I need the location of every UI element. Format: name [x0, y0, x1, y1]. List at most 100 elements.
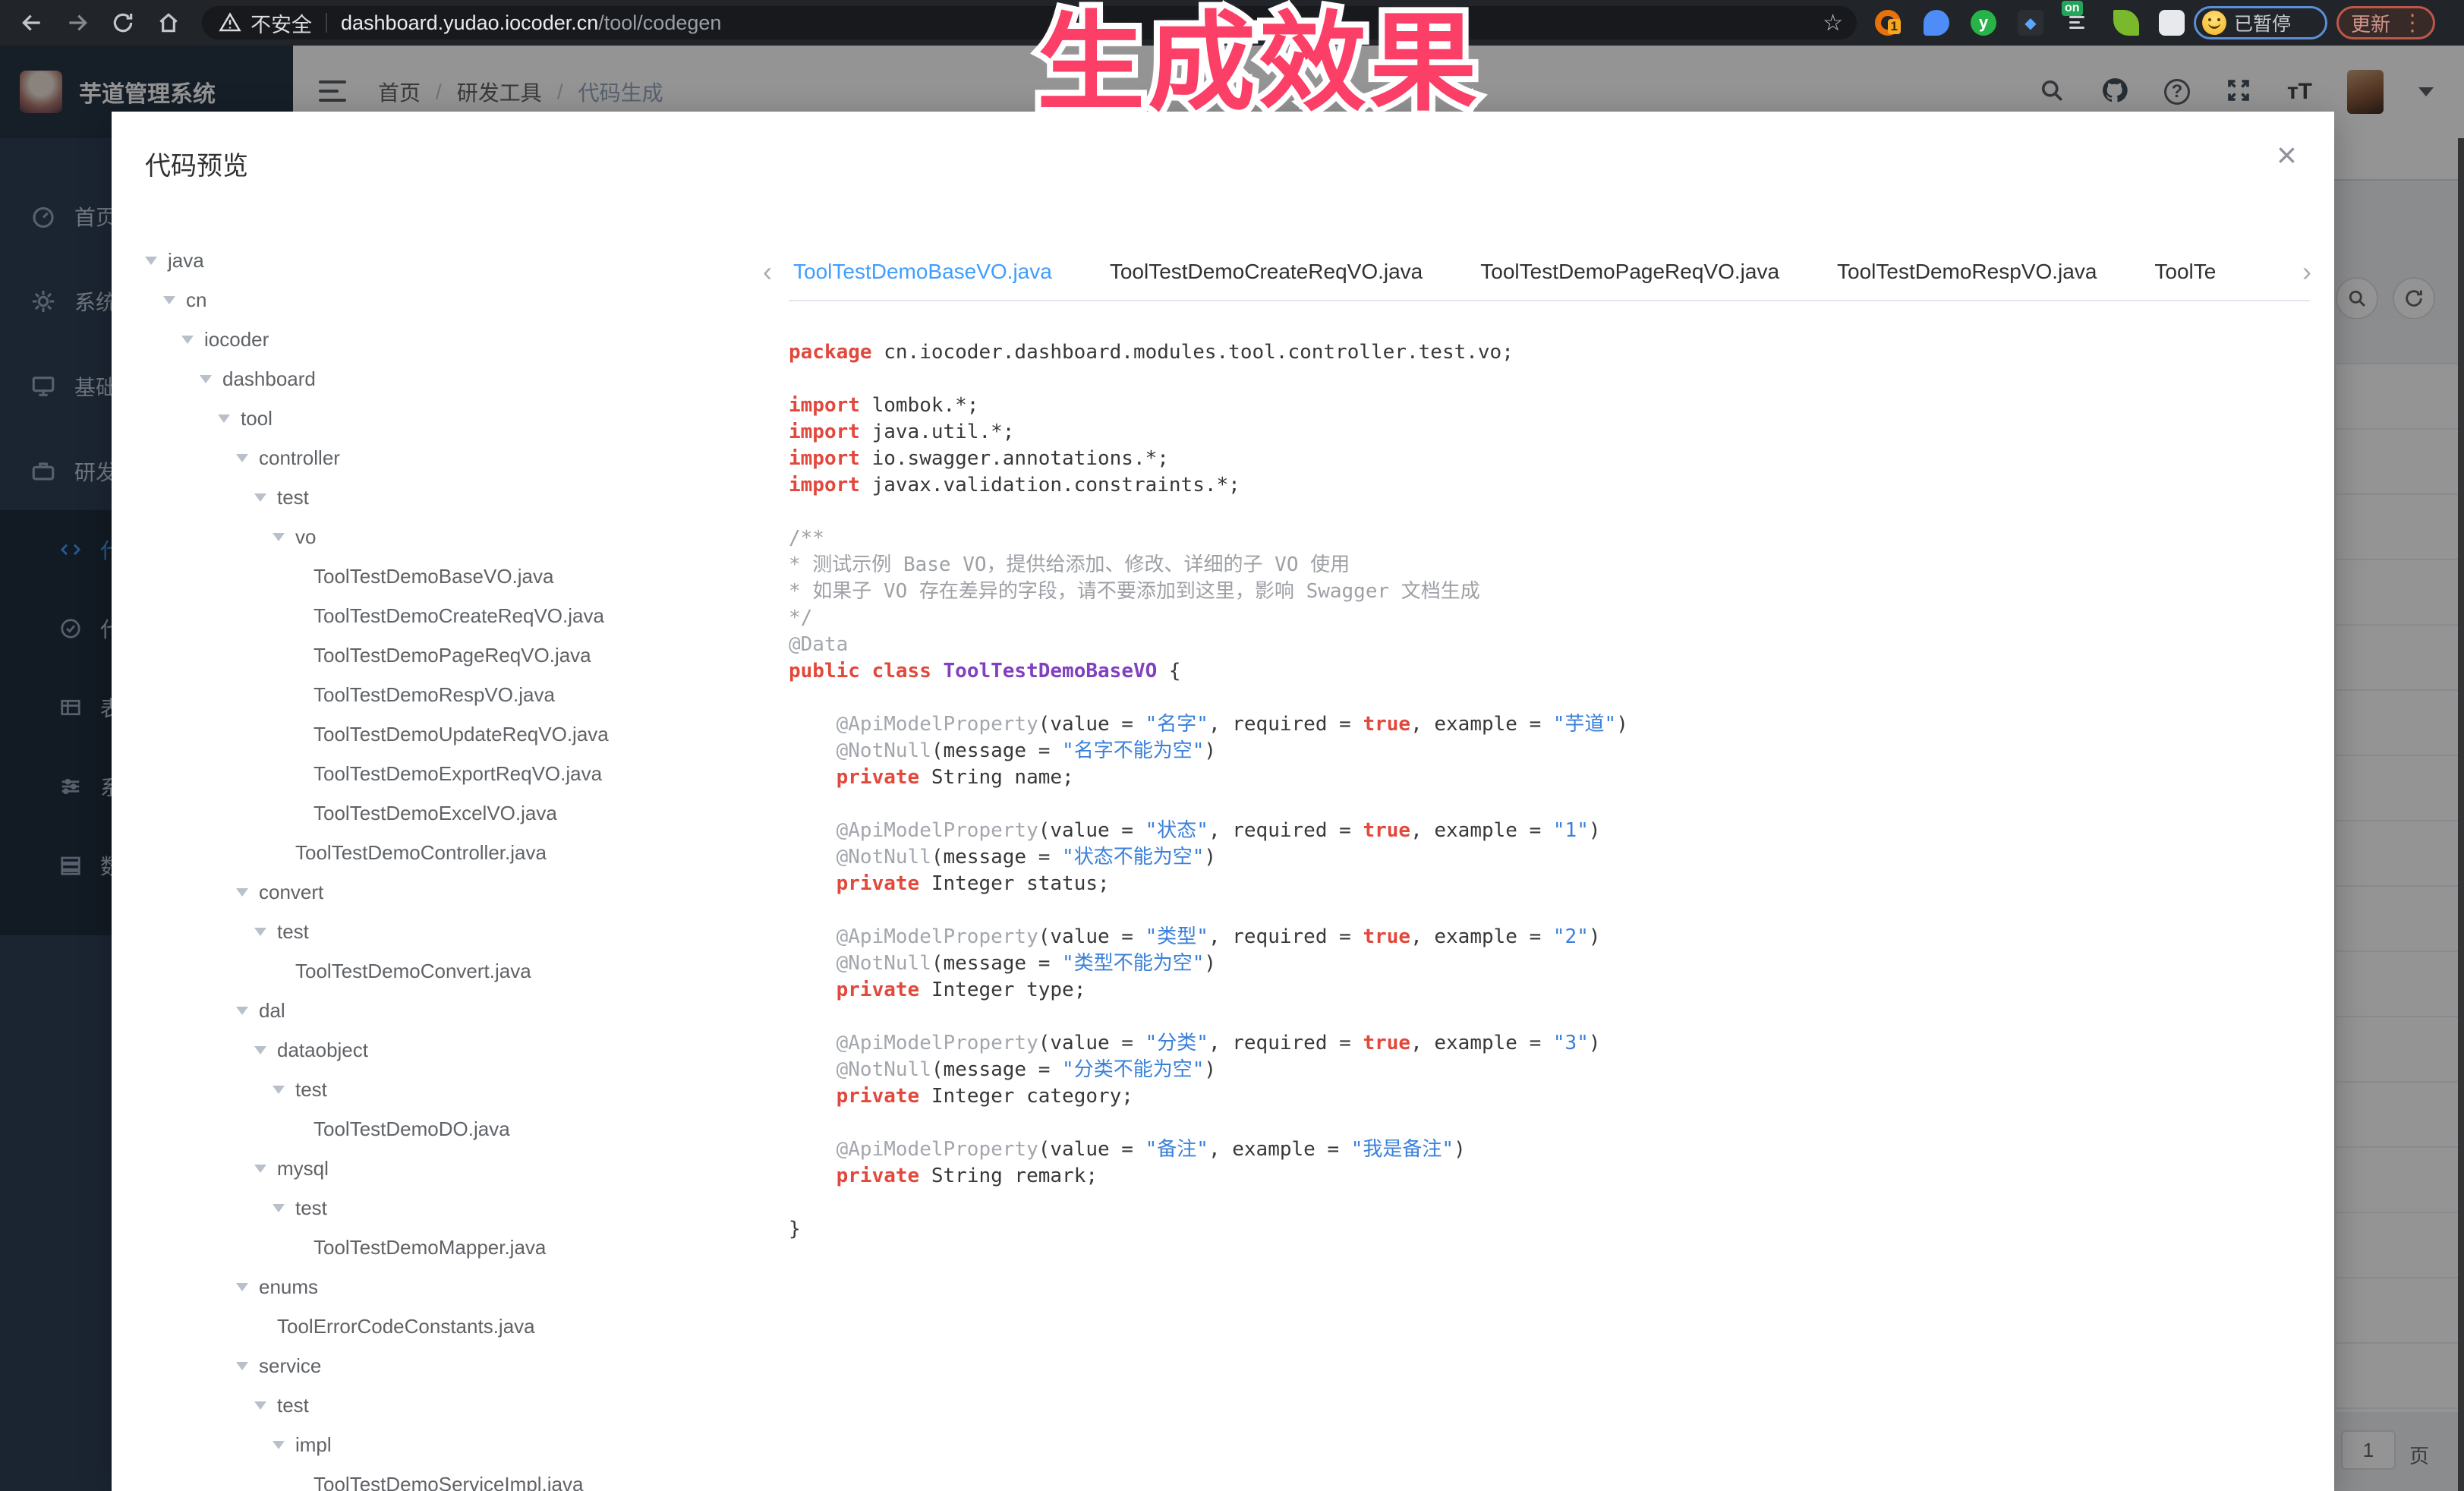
caret-down-icon[interactable]: [273, 1435, 295, 1455]
caret-down-icon[interactable]: [254, 1395, 277, 1416]
tree-node-dashboard[interactable]: dashboard: [145, 359, 752, 399]
extensions-puzzle-icon[interactable]: [2159, 10, 2185, 36]
browser-menu-icon[interactable]: ⋮: [2401, 10, 2424, 36]
tree-file-ToolTestDemoServiceImpl.java[interactable]: ToolTestDemoServiceImpl.java: [145, 1464, 752, 1491]
tree-label: ToolTestDemoPageReqVO.java: [314, 644, 591, 667]
extension-diamond-icon[interactable]: ◆: [2018, 10, 2043, 36]
tree-label: enums: [259, 1275, 318, 1299]
caret-down-icon[interactable]: [236, 1001, 259, 1021]
tab-ToolTestDemoCreateReqVO.java[interactable]: ToolTestDemoCreateReqVO.java: [1110, 260, 1423, 284]
tree-file-ToolTestDemoUpdateReqVO.java[interactable]: ToolTestDemoUpdateReqVO.java: [145, 714, 752, 754]
tabs-next-icon[interactable]: ›: [2281, 256, 2311, 288]
browser-forward-icon[interactable]: [65, 11, 90, 35]
caret-down-icon[interactable]: [236, 882, 259, 903]
caret-down-icon[interactable]: [218, 408, 241, 429]
caret-down-icon[interactable]: [145, 251, 168, 271]
tab-ToolTestDemoBaseVO.java[interactable]: ToolTestDemoBaseVO.java: [793, 260, 1052, 284]
tree-node-enums[interactable]: enums: [145, 1267, 752, 1307]
code-line: private String remark;: [789, 1163, 2304, 1190]
code-line: @ApiModelProperty(value = "分类", required…: [789, 1030, 2304, 1057]
tree-node-mysql[interactable]: mysql: [145, 1149, 752, 1188]
caret-down-icon[interactable]: [236, 448, 259, 468]
caret-down-icon[interactable]: [236, 1356, 259, 1376]
tree-file-ToolTestDemoMapper.java[interactable]: ToolTestDemoMapper.java: [145, 1228, 752, 1267]
tree-label: java: [168, 249, 204, 273]
caret-down-icon[interactable]: [236, 1277, 259, 1297]
tree-file-ToolTestDemoConvert.java[interactable]: ToolTestDemoConvert.java: [145, 951, 752, 991]
tree-node-impl[interactable]: impl: [145, 1425, 752, 1464]
tree-node-java[interactable]: java: [145, 241, 752, 280]
address-bar[interactable]: 不安全 dashboard.yudao.iocoder.cn /tool/cod…: [202, 6, 1857, 39]
caret-down-icon[interactable]: [273, 1080, 295, 1100]
modal-title: 代码预览: [145, 145, 248, 182]
tab-ToolTestDemoRespVO.java[interactable]: ToolTestDemoRespVO.java: [1837, 260, 2097, 284]
code-line: @NotNull(message = "分类不能为空"): [789, 1057, 2304, 1083]
tree-node-test[interactable]: test: [145, 912, 752, 951]
tab-list: ToolTestDemoBaseVO.java ToolTestDemoCreat…: [793, 260, 2281, 284]
code-line: import java.util.*;: [789, 419, 2304, 446]
tree-label: ToolTestDemoController.java: [295, 841, 547, 865]
caret-down-icon[interactable]: [181, 329, 204, 350]
tree-node-test[interactable]: test: [145, 1188, 752, 1228]
extension-y-icon[interactable]: y: [1971, 10, 1996, 36]
tree-label: cn: [186, 288, 206, 312]
tree-node-dal[interactable]: dal: [145, 991, 752, 1030]
tree-label: ToolTestDemoMapper.java: [314, 1236, 546, 1259]
code-line: private String name;: [789, 764, 2304, 791]
browser-back-icon[interactable]: [20, 11, 44, 35]
tree-node-test[interactable]: test: [145, 478, 752, 517]
file-tree: javacniocoderdashboardtoolcontrollertest…: [145, 241, 752, 1491]
caret-down-icon[interactable]: [254, 1158, 277, 1179]
tree-node-convert[interactable]: convert: [145, 872, 752, 912]
code-line: }: [789, 1216, 2304, 1243]
extension-leaf-icon[interactable]: [2113, 10, 2139, 36]
tree-node-iocoder[interactable]: iocoder: [145, 320, 752, 359]
code-line: * 如果子 VO 存在差异的字段，请不要添加到这里，影响 Swagger 文档生…: [789, 578, 2304, 605]
tree-node-controller[interactable]: controller: [145, 438, 752, 478]
tree-file-ToolTestDemoDO.java[interactable]: ToolTestDemoDO.java: [145, 1109, 752, 1149]
caret-down-icon[interactable]: [254, 487, 277, 508]
code-line: import javax.validation.constraints.*;: [789, 472, 2304, 499]
browser-home-icon[interactable]: [156, 11, 181, 35]
caret-down-icon[interactable]: [200, 369, 222, 389]
tree-node-test[interactable]: test: [145, 1385, 752, 1425]
paused-extension-pill[interactable]: 已暂停: [2194, 6, 2327, 39]
close-icon[interactable]: ×: [2277, 137, 2297, 172]
extension-ring-icon[interactable]: 1: [1875, 10, 1901, 36]
tree-node-cn[interactable]: cn: [145, 280, 752, 320]
tree-file-ToolTestDemoController.java[interactable]: ToolTestDemoController.java: [145, 833, 752, 872]
tree-file-ToolTestDemoPageReqVO.java[interactable]: ToolTestDemoPageReqVO.java: [145, 635, 752, 675]
tree-node-service[interactable]: service: [145, 1346, 752, 1385]
extension-drop-icon[interactable]: [1924, 10, 1949, 36]
tab-ToolTestDemoPageReqVO.java[interactable]: ToolTestDemoPageReqVO.java: [1480, 260, 1779, 284]
tree-label: tool: [241, 407, 273, 430]
browser-reload-icon[interactable]: [111, 11, 135, 35]
tree-node-vo[interactable]: vo: [145, 517, 752, 556]
caret-down-icon[interactable]: [273, 1198, 295, 1218]
security-label[interactable]: 不安全: [250, 8, 312, 38]
bookmark-star-icon[interactable]: ☆: [1823, 10, 1843, 36]
screen: 不安全 dashboard.yudao.iocoder.cn /tool/cod…: [0, 0, 2464, 1491]
tree-file-ToolTestDemoCreateReqVO.java[interactable]: ToolTestDemoCreateReqVO.java: [145, 596, 752, 635]
tree-file-ToolErrorCodeConstants.java[interactable]: ToolErrorCodeConstants.java: [145, 1307, 752, 1346]
code-line: @Data: [789, 632, 2304, 658]
tree-node-dataobject[interactable]: dataobject: [145, 1030, 752, 1070]
tree-label: ToolTestDemoExcelVO.java: [314, 802, 557, 825]
browser-update-button[interactable]: 更新 ⋮: [2336, 6, 2435, 39]
code-line: [789, 685, 2304, 711]
tree-file-ToolTestDemoBaseVO.java[interactable]: ToolTestDemoBaseVO.java: [145, 556, 752, 596]
caret-down-icon[interactable]: [163, 290, 186, 310]
code-line: @NotNull(message = "状态不能为空"): [789, 844, 2304, 871]
tree-node-test[interactable]: test: [145, 1070, 752, 1109]
tree-file-ToolTestDemoExportReqVO.java[interactable]: ToolTestDemoExportReqVO.java: [145, 754, 752, 793]
tabs-prev-icon[interactable]: ‹: [763, 256, 793, 288]
tab-ToolTe[interactable]: ToolTe: [2154, 260, 2224, 284]
tree-label: test: [295, 1078, 327, 1102]
tree-file-ToolTestDemoRespVO.java[interactable]: ToolTestDemoRespVO.java: [145, 675, 752, 714]
tree-node-tool[interactable]: tool: [145, 399, 752, 438]
caret-down-icon[interactable]: [254, 922, 277, 942]
tree-file-ToolTestDemoExcelVO.java[interactable]: ToolTestDemoExcelVO.java: [145, 793, 752, 833]
tree-label: ToolTestDemoConvert.java: [295, 960, 531, 983]
caret-down-icon[interactable]: [254, 1040, 277, 1061]
caret-down-icon[interactable]: [273, 527, 295, 547]
